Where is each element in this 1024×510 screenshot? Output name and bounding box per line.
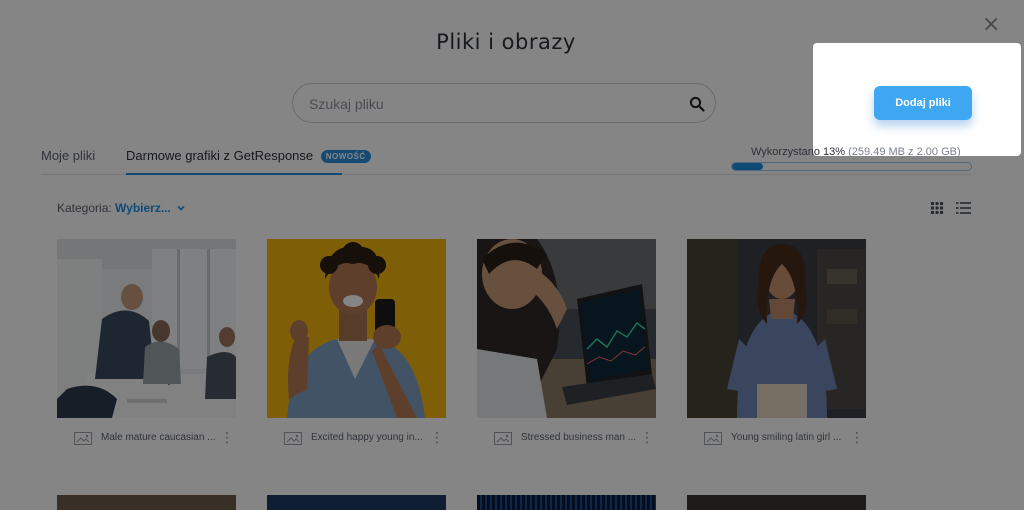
storage-usage-label: Wykorzystano 13% (259.49 MB z 2.00 GB) bbox=[751, 146, 961, 158]
add-files-button[interactable]: Dodaj pliki bbox=[874, 86, 972, 120]
usage-label: Wykorzystano 13% bbox=[751, 146, 846, 158]
upload-popup: Dodaj pliki bbox=[813, 43, 1021, 156]
files-dialog: × Pliki i obrazy Moje pliki Darmowe graf… bbox=[0, 0, 1024, 510]
usage-detail: (259.49 MB z 2.00 GB) bbox=[848, 146, 961, 158]
